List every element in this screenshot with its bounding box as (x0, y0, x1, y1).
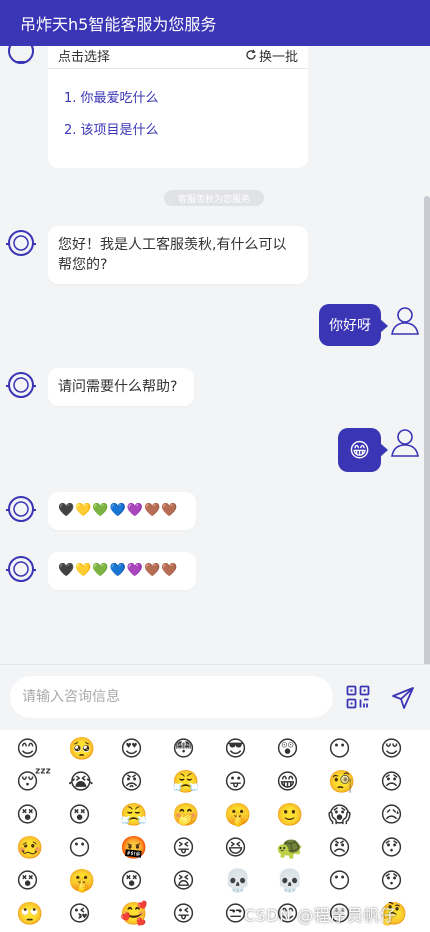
user-icon (391, 429, 419, 457)
emoji-option[interactable]: 😶 (328, 734, 380, 766)
emoji-option[interactable]: 🤭 (172, 800, 224, 832)
header-bar: 吊炸天h5智能客服为您服务 (0, 0, 430, 46)
refresh-label: 换一批 (258, 49, 298, 65)
emoji-option[interactable]: 😍 (120, 734, 172, 766)
emoji-option[interactable]: 💀 (224, 866, 276, 898)
emoji-option[interactable]: 🐢 (276, 833, 328, 865)
chat-scrollbar[interactable] (424, 196, 430, 664)
user-emoji: 😁 (349, 438, 370, 462)
agent-message: 您好！我是人工客服羡秋,有什么可以帮您的? (48, 226, 308, 284)
refresh-button[interactable]: 换一批 (245, 46, 298, 65)
user-message-text: 你好呀 (329, 318, 371, 334)
hearts-row: 🖤 💛 💚 💙 💜 🤎 🤎 (48, 492, 196, 530)
heart-emoji: 🤎 (143, 563, 161, 578)
emoji-option[interactable]: 😡 (120, 767, 172, 799)
headset-icon (6, 230, 36, 256)
emoji-option[interactable]: 😵 (120, 866, 172, 898)
emoji-option[interactable]: 😯 (380, 833, 430, 865)
emoji-option[interactable]: 😲 (276, 734, 328, 766)
emoji-option[interactable]: 😠 (328, 833, 380, 865)
emoji-option[interactable]: 😵 (68, 800, 120, 832)
emoji-option[interactable]: 😯 (380, 866, 430, 898)
emoji-option[interactable]: 😌 (380, 734, 430, 766)
qr-code-icon[interactable] (346, 685, 370, 709)
watermark-text: CSDN @程序员帆仔 (244, 906, 397, 925)
system-tag: 客服羡秋为您服务 (164, 190, 264, 206)
heart-emoji: 🤎 (161, 503, 178, 518)
emoji-option[interactable]: 🥺 (68, 734, 120, 766)
emoji-option[interactable]: 😝 (172, 833, 224, 865)
headset-icon (8, 46, 34, 64)
heart-emoji: 🤎 (161, 563, 178, 578)
heart-emoji: 💙 (109, 563, 126, 578)
emoji-option[interactable]: 😜 (172, 899, 224, 931)
heart-emoji: 💚 (92, 503, 109, 518)
heart-emoji: 🖤 (58, 563, 75, 578)
emoji-option[interactable]: 🥴 (16, 833, 68, 865)
heart-emoji: 💙 (109, 503, 126, 518)
emoji-option[interactable]: 😳 (172, 734, 224, 766)
emoji-option[interactable]: 😁 (276, 767, 328, 799)
emoji-option[interactable]: 🤫 (224, 800, 276, 832)
heart-emoji: 🤎 (143, 503, 161, 518)
emoji-option[interactable]: 🥰 (120, 899, 172, 931)
emoji-option[interactable]: 😶 (68, 833, 120, 865)
emoji-option[interactable]: 😴 (16, 767, 68, 799)
refresh-icon (246, 49, 256, 60)
send-icon[interactable] (391, 686, 415, 710)
emoji-option[interactable]: 😞 (380, 767, 430, 799)
emoji-option[interactable]: 😤 (172, 767, 224, 799)
emoji-option[interactable]: 😎 (224, 734, 276, 766)
agent-message-text: 请问需要什么帮助? (58, 379, 178, 395)
emoji-option[interactable]: 😶 (328, 866, 380, 898)
emoji-option[interactable]: 😆 (224, 833, 276, 865)
emoji-option[interactable]: 😭 (68, 767, 120, 799)
emoji-option[interactable]: 😊 (16, 734, 68, 766)
user-icon (391, 307, 419, 335)
emoji-option[interactable]: 💀 (276, 866, 328, 898)
emoji-option[interactable]: 😥 (380, 800, 430, 832)
select-label: 点击选择 (58, 49, 111, 65)
emoji-option[interactable]: 😱 (328, 800, 380, 832)
chat-area[interactable]: 点击选择 换一批 1. 你最爱吃什么 2. 该项目是什么 客服羡秋为您服务 您好… (0, 46, 430, 664)
question-card-header: 点击选择 换一批 (48, 46, 308, 69)
emoji-option[interactable]: 😘 (68, 899, 120, 931)
heart-emoji: 💛 (75, 503, 92, 518)
heart-emoji: 💛 (75, 563, 92, 578)
emoji-option[interactable]: 🙄 (16, 899, 68, 931)
heart-emoji: 💚 (92, 563, 109, 578)
question-item[interactable]: 2. 该项目是什么 (64, 115, 292, 147)
heart-emoji: 💜 (126, 563, 143, 578)
user-message: 你好呀 (319, 304, 388, 346)
emoji-option[interactable]: 🙂 (276, 800, 328, 832)
question-card: 点击选择 换一批 1. 你最爱吃什么 2. 该项目是什么 (48, 46, 308, 168)
question-item[interactable]: 1. 你最爱吃什么 (64, 83, 292, 115)
emoji-option[interactable]: 😵 (16, 800, 68, 832)
page-title: 吊炸天h5智能客服为您服务 (20, 15, 217, 34)
agent-message: 🖤 💛 💚 💙 💜 🤎 🤎 (48, 552, 196, 590)
headset-icon (6, 372, 36, 398)
emoji-option[interactable]: 😤 (120, 800, 172, 832)
message-input[interactable] (10, 676, 333, 718)
agent-message: 🖤 💛 💚 💙 💜 🤎 🤎 (48, 492, 196, 530)
emoji-option[interactable]: 😫 (172, 866, 224, 898)
emoji-option[interactable]: 🧐 (328, 767, 380, 799)
heart-emoji: 🖤 (58, 503, 75, 518)
emoji-option[interactable]: 🤫 (68, 866, 120, 898)
heart-emoji: 💜 (126, 503, 143, 518)
agent-message-text: 您好！我是人工客服羡秋,有什么可以帮您的? (58, 237, 287, 273)
agent-message: 请问需要什么帮助? (48, 368, 194, 406)
question-list: 1. 你最爱吃什么 2. 该项目是什么 (48, 69, 308, 147)
emoji-option[interactable]: 😛 (224, 767, 276, 799)
hearts-row: 🖤 💛 💚 💙 💜 🤎 🤎 (48, 552, 196, 590)
headset-icon (6, 556, 36, 582)
headset-icon (6, 496, 36, 522)
emoji-option[interactable]: 😵 (16, 866, 68, 898)
user-message: 😁 (338, 428, 388, 472)
emoji-option[interactable]: 🤬 (120, 833, 172, 865)
